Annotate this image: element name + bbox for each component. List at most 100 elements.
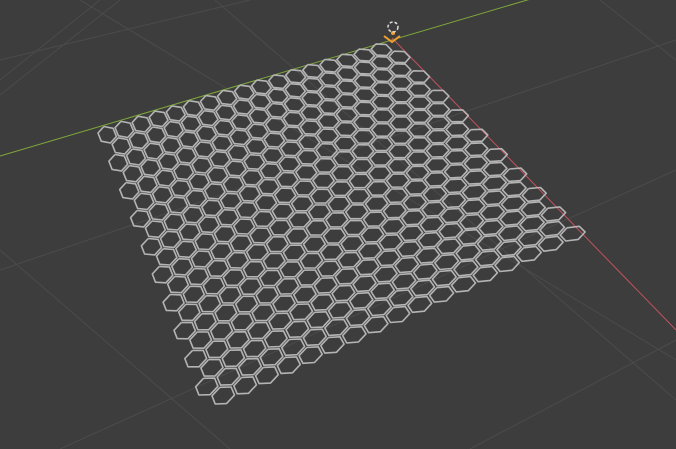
hex-cell [366,180,391,196]
hex-cell [353,61,376,75]
3d-viewport[interactable] [0,0,676,449]
hex-cell [155,247,178,266]
hex-cell [319,72,342,87]
hex-cell [425,143,450,158]
hex-cell [371,68,395,83]
hex-cell [460,198,486,215]
hex-cell [311,173,336,189]
hex-cell [336,53,359,68]
hex-cell [422,186,448,202]
hex-cell [242,260,266,278]
hex-cell [331,165,355,181]
hex-cell [151,265,174,284]
hex-cell [319,244,344,261]
hex-cell [388,130,413,145]
hex-cell [353,74,377,89]
hex-cell [238,185,261,202]
floor-grid-line [214,0,676,401]
hex-cell [282,111,305,127]
hex-cell [160,136,182,154]
hex-cell [151,186,173,204]
hex-cell [177,303,201,322]
hex-cell [259,162,282,179]
hex-cell [426,102,451,117]
hex-cell [108,153,129,172]
hex-cell [111,137,132,155]
hex-cell [271,203,295,220]
hex-cell [213,225,236,243]
hex-cell [463,155,489,171]
hex-cell [232,218,256,235]
hex-cell [443,163,469,179]
hex-cell [261,147,284,164]
hex-cell [353,101,377,116]
hex-cell [97,125,118,144]
hex-cell [316,260,341,277]
floor-grid-line [469,339,676,449]
hex-cell [140,158,161,177]
hex-cell [333,136,357,151]
3d-cursor-icon[interactable] [387,21,399,33]
hex-cell [502,167,528,183]
hex-cell [182,99,204,117]
hex-cell [215,104,237,121]
hex-cell [482,175,508,191]
hex-cell [353,115,376,130]
hex-cell [407,70,431,84]
viewport-canvas[interactable] [0,0,676,449]
hex-cell [114,120,135,139]
hex-cell [329,181,353,197]
hex-cell [371,108,395,123]
hex-cell [445,136,470,151]
hex-cell [232,99,254,115]
hex-cell [241,169,264,186]
hex-cell [229,234,253,252]
hex-grid-mesh[interactable] [97,43,586,405]
hex-cell [279,261,303,278]
hex-cell [247,123,269,140]
hex-cell [193,141,215,158]
hex-cell [360,227,385,243]
hex-cell [250,79,273,95]
hex-cell [122,164,144,183]
hex-cell [426,89,450,103]
hex-cell [175,240,198,259]
hex-cell [148,203,170,221]
hex-cell [464,142,489,157]
hex-cell [382,203,407,219]
hex-cell [482,161,508,177]
hex-cell [263,132,286,148]
hex-cell [521,186,548,203]
hex-cell [206,166,229,184]
hex-cell [292,180,316,196]
hex-cell [426,116,451,130]
hex-cell [424,157,450,173]
hex-cell [188,173,210,191]
hex-cell [262,252,286,270]
hex-cell [163,120,184,138]
hex-cell [162,293,185,312]
hex-cell [276,171,299,188]
hex-cell [158,152,179,171]
hex-cell [245,243,269,261]
hex-cell [346,188,371,204]
hex-cell [140,237,163,256]
hex-cell [201,199,223,217]
hex-cell [423,171,449,187]
hex-cell [327,196,351,212]
hex-cell [233,84,255,101]
hex-cell [288,211,312,228]
hex-cell [315,142,339,158]
object-origin[interactable] [383,21,401,44]
hex-cell [461,184,487,200]
hex-cell [245,138,268,155]
hex-cell [313,157,337,173]
hex-cell [336,93,359,108]
hex-cell [249,93,272,110]
hex-cell [407,82,431,97]
hex-cell [258,269,283,287]
hex-cell [322,227,347,244]
hex-cell [294,164,318,181]
hex-cell [370,122,395,137]
hex-cell [175,147,197,164]
